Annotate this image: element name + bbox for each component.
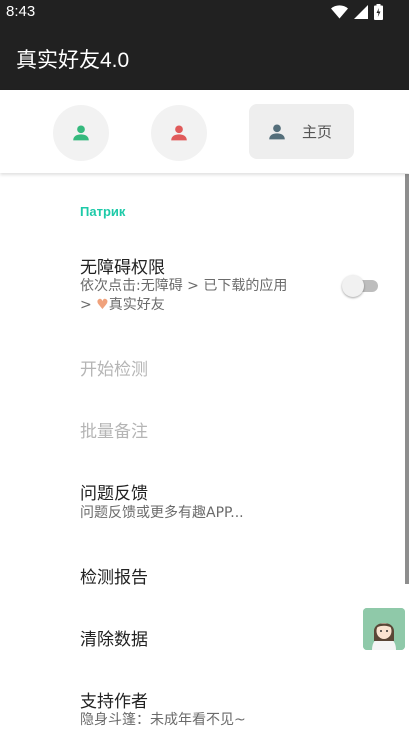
pref-accessibility-summary-line1: 依次点击:无障碍 > 已下载的应用 [80,278,288,294]
pref-feedback-summary: 问题反馈或更多有趣APP... [80,505,244,521]
cell-signal-icon [354,5,368,19]
app-title: 真实好友4.0 [16,49,130,72]
person-green-icon [73,125,89,141]
settings-list[interactable]: Патрик 无障碍权限 依次点击:无障碍 > 已下载的应用 > ♥真实好友 开… [0,174,409,732]
person-home-icon [269,123,285,139]
girl-avatar-icon [363,608,405,650]
app-bar: 真实好友4.0 [0,24,409,90]
pref-feedback-title: 问题反馈 [80,484,148,504]
battery-icon [374,4,383,20]
floating-avatar-button[interactable] [363,608,405,650]
tab-friends-green[interactable] [53,105,109,161]
pref-support-summary: 隐身斗篷：未成年看不见~ [80,712,246,728]
status-time: 8:43 [6,3,36,20]
person-red-icon [171,125,187,141]
heart-icon: ♥ [96,297,109,313]
tab-friends-red[interactable] [151,105,207,161]
tab-home[interactable]: 主页 [249,104,354,159]
pref-accessibility-title: 无障碍权限 [80,258,165,278]
pref-start-detection[interactable]: 开始检测 [80,355,148,380]
toggle-thumb [342,275,364,297]
accessibility-toggle[interactable] [342,274,380,298]
pref-batch-note[interactable]: 批量备注 [80,417,148,442]
tab-home-label: 主页 [302,123,333,141]
pref-accessibility-summary: 依次点击:无障碍 > 已下载的应用 > ♥真实好友 [80,277,320,315]
pref-support-title: 支持作者 [80,692,148,712]
pref-clear-data[interactable]: 清除数据 [80,625,148,650]
status-icons [331,4,383,20]
pref-accessibility-summary-prefix: > [80,297,92,313]
tab-bar: 主页 [0,90,409,173]
wifi-icon [331,5,348,19]
settings-category-header: Патрик [80,204,126,219]
status-bar: 8:43 [0,0,409,24]
scrollbar[interactable] [405,174,409,584]
pref-report[interactable]: 检测报告 [80,563,148,588]
pref-accessibility-summary-suffix: 真实好友 [108,297,165,313]
